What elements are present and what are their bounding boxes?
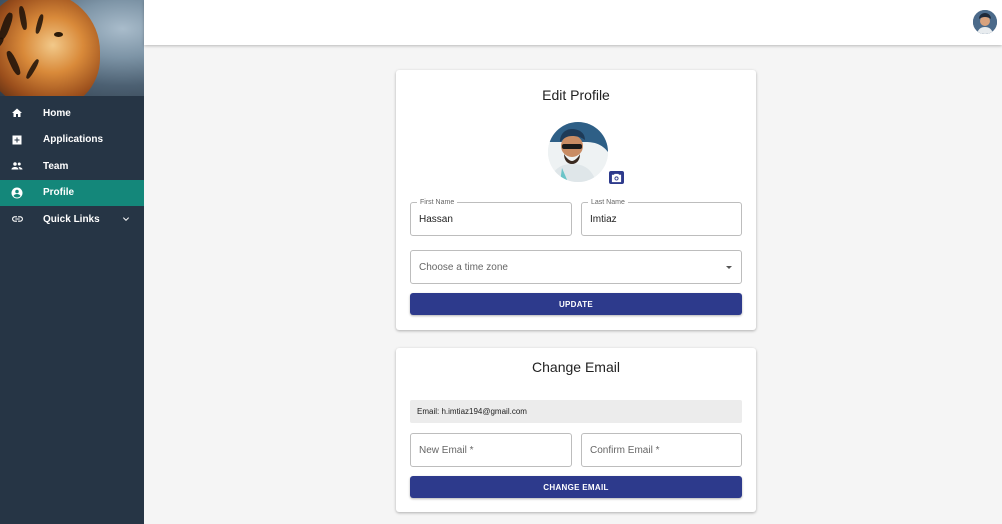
new-email-input[interactable]: New Email * <box>410 433 572 467</box>
new-email-placeholder: New Email * <box>419 444 474 456</box>
sidebar-item-label: Home <box>43 107 71 119</box>
sidebar-item-home[interactable]: Home <box>0 100 144 127</box>
sidebar-item-applications[interactable]: Applications <box>0 127 144 154</box>
timezone-placeholder: Choose a time zone <box>419 261 508 273</box>
sidebar-banner-image <box>0 0 144 96</box>
sidebar-item-label: Profile <box>43 187 75 199</box>
dropdown-arrow-icon <box>726 266 732 269</box>
sidebar-item-label: Team <box>43 160 69 172</box>
profile-icon <box>10 186 24 200</box>
last-name-value: Imtiaz <box>590 213 617 225</box>
link-icon <box>10 212 24 226</box>
sidebar-item-profile[interactable]: Profile <box>0 179 144 206</box>
current-email: Email: h.imtiaz194@gmail.com <box>410 400 742 423</box>
sidebar-item-label: Applications <box>43 134 104 146</box>
sidebar-item-label: Quick Links <box>43 213 100 225</box>
profile-avatar[interactable] <box>548 122 608 182</box>
sidebar: Home Applications Team Profile Quick Lin… <box>0 0 144 524</box>
change-email-button[interactable]: CHANGE EMAIL <box>410 476 742 498</box>
tiger-image <box>0 0 100 96</box>
sidebar-nav: Home Applications Team Profile Quick Lin… <box>0 100 144 233</box>
chevron-down-icon[interactable] <box>120 213 132 225</box>
change-email-card: Change Email Email: h.imtiaz194@gmail.co… <box>396 348 756 512</box>
edit-profile-title: Edit Profile <box>542 87 610 103</box>
team-icon <box>10 159 24 173</box>
camera-icon[interactable] <box>609 171 624 184</box>
home-icon <box>10 106 24 120</box>
update-button[interactable]: UPDATE <box>410 293 742 315</box>
applications-icon <box>10 133 24 147</box>
first-name-label: First Name <box>417 198 458 207</box>
sidebar-item-quick-links[interactable]: Quick Links <box>0 206 144 233</box>
top-app-bar <box>144 0 1002 45</box>
first-name-field[interactable]: First Name Hassan <box>410 198 572 236</box>
change-email-title: Change Email <box>532 359 620 375</box>
first-name-value: Hassan <box>419 213 453 225</box>
user-avatar[interactable] <box>973 10 997 34</box>
timezone-select[interactable]: Choose a time zone <box>410 250 742 284</box>
confirm-email-placeholder: Confirm Email * <box>590 444 660 456</box>
confirm-email-input[interactable]: Confirm Email * <box>581 433 742 467</box>
last-name-field[interactable]: Last Name Imtiaz <box>581 198 742 236</box>
edit-profile-card: Edit Profile First Name Hassan Last Name… <box>396 70 756 330</box>
sidebar-item-team[interactable]: Team <box>0 153 144 180</box>
last-name-label: Last Name <box>588 198 628 207</box>
